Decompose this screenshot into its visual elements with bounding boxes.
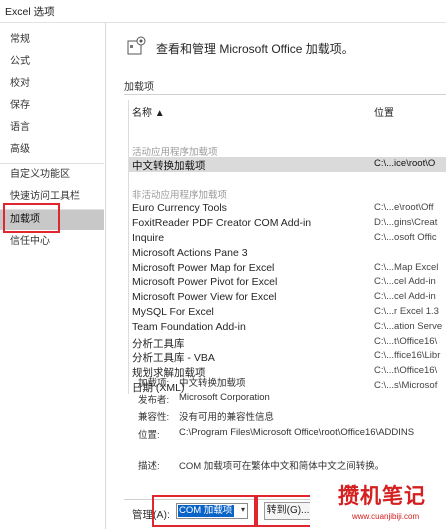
detail-publisher-value: Microsoft Corporation	[179, 392, 270, 403]
detail-desc-label: 描述:	[138, 461, 160, 472]
list-row[interactable]: Microsoft Power View for Excel C:\...cel …	[129, 290, 446, 305]
sidebar-item-language[interactable]: 语言	[0, 118, 104, 138]
list-row[interactable]: FoxitReader PDF Creator COM Add-in D:\...…	[129, 216, 446, 231]
sidebar-item-advanced[interactable]: 高级	[0, 140, 104, 160]
title-bar: Excel 选项	[0, 0, 446, 23]
list-row[interactable]: Microsoft Power Pivot for Excel C:\...cel…	[129, 275, 446, 290]
list-row[interactable]: 日期 (XML) C:\...s\Microsof	[129, 379, 446, 394]
sidebar-item-trust-center[interactable]: 信任中心	[0, 232, 104, 252]
detail-addin-value: 中文转换加载项	[179, 378, 246, 389]
list-row[interactable]: Microsoft Actions Pane 3	[129, 246, 446, 261]
watermark-url: www.cuanjibiji.com	[352, 512, 420, 521]
window-title: Excel 选项	[5, 6, 55, 18]
list-row[interactable]: Inquire C:\...osoft Offic	[129, 231, 446, 246]
detail-publisher-label: 发布者:	[138, 395, 170, 406]
list-row[interactable]: 规划求解加载项 C:\...t\Office16\	[129, 364, 446, 379]
group-header-inactive: 非活动应用程序加载项	[132, 190, 228, 201]
highlight-box-manage	[152, 495, 256, 527]
detail-compat-value: 没有可用的兼容性信息	[179, 412, 275, 423]
detail-compat-label: 兼容性:	[138, 412, 170, 423]
list-row[interactable]: Team Foundation Add-in C:\...ation Serve	[129, 320, 446, 335]
sidebar-divider	[0, 163, 104, 164]
sidebar-item-customize-ribbon[interactable]: 自定义功能区	[0, 165, 104, 185]
sidebar: 常规 公式 校对 保存 语言 高级 自定义功能区 快速访问工具栏 加载项 信任中…	[0, 23, 106, 529]
list-row[interactable]: 分析工具库 C:\...t\Office16\	[129, 335, 446, 350]
highlight-box-goto	[256, 495, 318, 527]
highlight-box-addins	[3, 203, 60, 233]
detail-addin-label: 加载项:	[138, 378, 170, 389]
detail-location-label: 位置:	[138, 430, 160, 441]
watermark-text: 攒机笔记	[338, 485, 426, 508]
list-row[interactable]: MySQL For Excel C:\...r Excel 1.3	[129, 305, 446, 320]
watermark-logo: 攒机笔记 www.cuanjibiji.com	[310, 478, 446, 529]
main-pane: 查看和管理 Microsoft Office 加载项。 加载项 名称 ▲ 位置 …	[106, 23, 446, 529]
detail-desc-value: COM 加载项可在繁体中文和简体中文之间转换。	[179, 461, 385, 472]
section-divider	[124, 94, 446, 95]
list-row[interactable]: Microsoft Power Map for Excel C:\...Map E…	[129, 261, 446, 276]
column-header-location[interactable]: 位置	[374, 104, 394, 119]
sidebar-item-proofing[interactable]: 校对	[0, 74, 104, 94]
list-row-selected[interactable]: 中文转换加载项 C:\...ice\root\O	[129, 157, 446, 172]
column-header-name[interactable]: 名称 ▲	[132, 104, 165, 119]
list-row[interactable]: 分析工具库 - VBA C:\...ffice16\Libr	[129, 349, 446, 364]
sidebar-item-save[interactable]: 保存	[0, 96, 104, 116]
page-title: 查看和管理 Microsoft Office 加载项。	[156, 42, 354, 56]
sidebar-item-general[interactable]: 常规	[0, 30, 104, 50]
list-row[interactable]: Euro Currency Tools C:\...e\root\Off	[129, 201, 446, 216]
addins-list[interactable]: 名称 ▲ 位置 活动应用程序加载项 中文转换加载项 C:\...ice\root…	[128, 100, 446, 394]
section-label: 加载项	[124, 82, 154, 93]
sidebar-item-formulas[interactable]: 公式	[0, 52, 104, 72]
detail-location-value: C:\Program Files\Microsoft Office\root\O…	[179, 427, 415, 438]
group-header-active: 活动应用程序加载项	[132, 147, 218, 158]
addins-gear-icon	[127, 36, 146, 55]
